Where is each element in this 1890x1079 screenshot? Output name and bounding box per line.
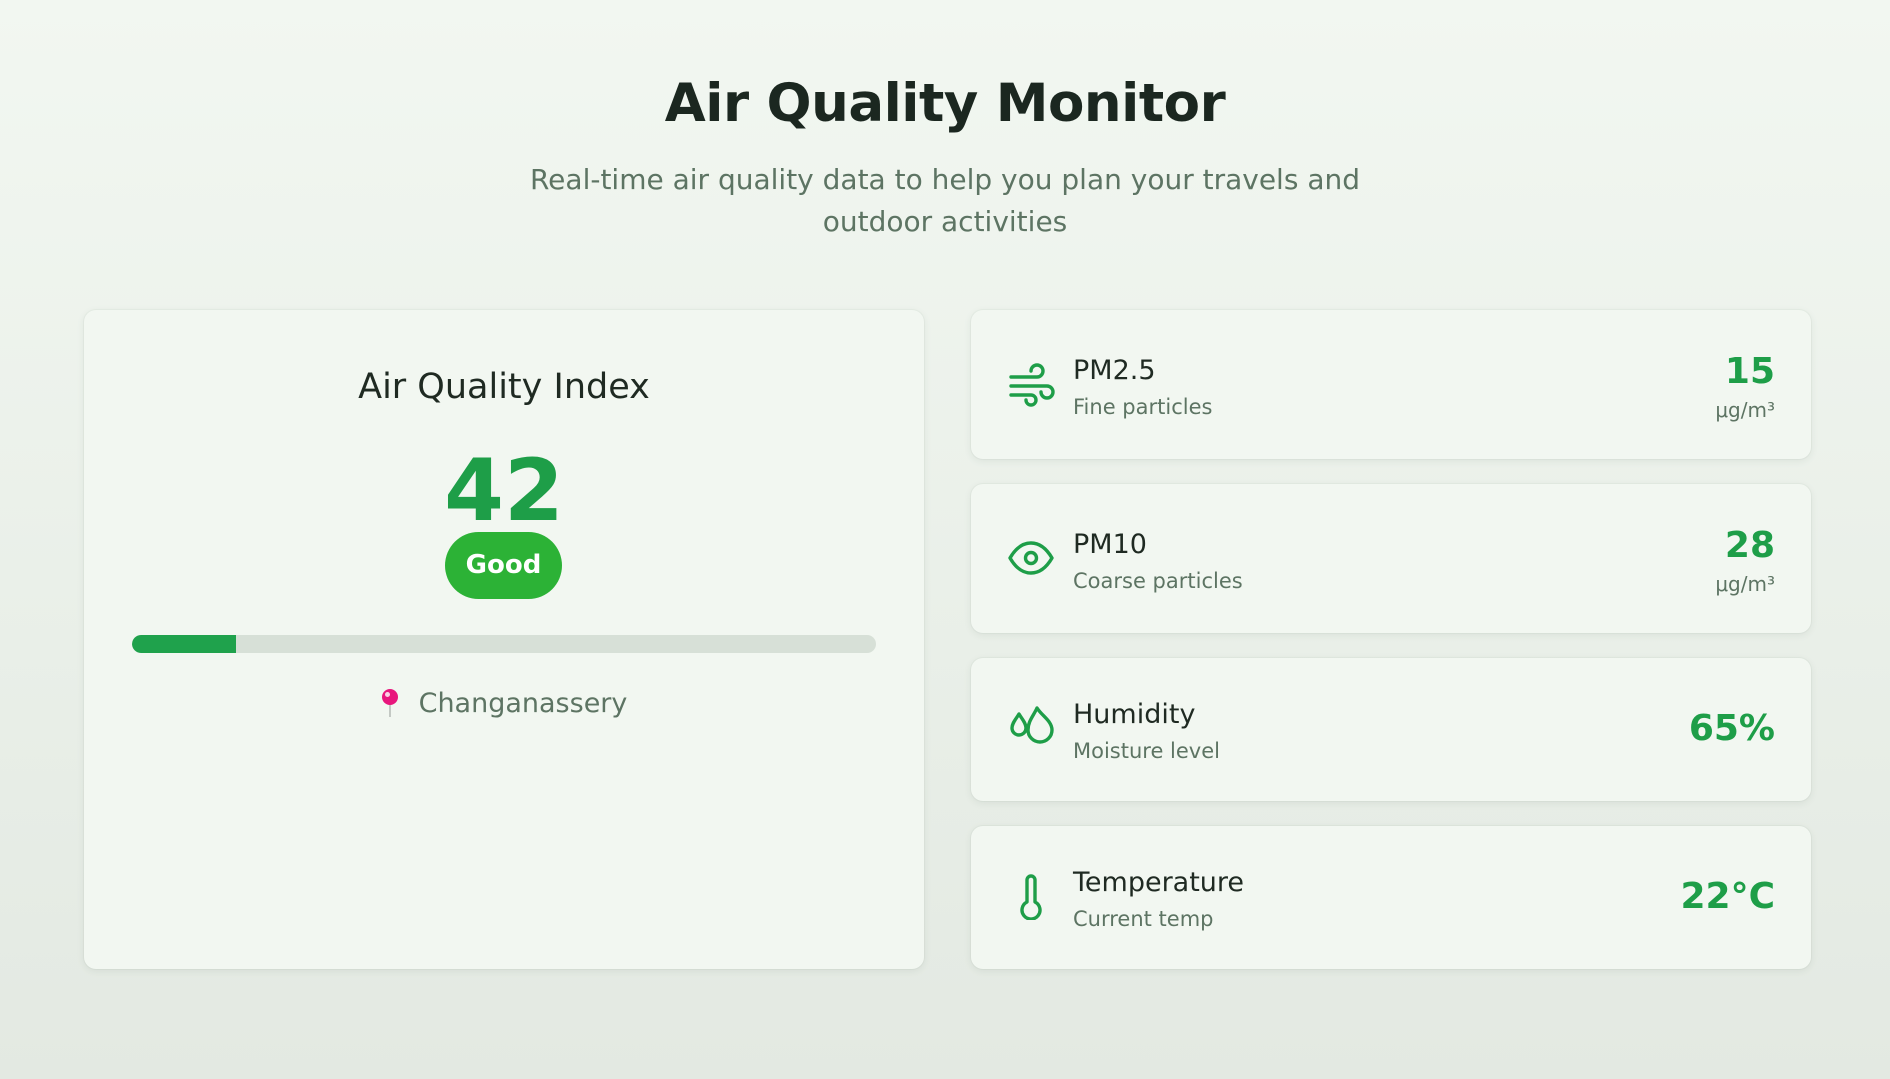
metric-name: Temperature: [1073, 867, 1245, 898]
aqi-status-badge: Good: [445, 532, 562, 599]
metric-value: 22°C: [1680, 876, 1775, 917]
pin-icon: [381, 688, 399, 718]
aqi-progress-fill: [132, 635, 237, 653]
aqi-progress-bar: [132, 635, 876, 653]
metric-name: Humidity: [1073, 699, 1196, 730]
location: Changanassery: [84, 683, 924, 723]
metric-description: Moisture level: [1073, 739, 1220, 763]
metric-card-pm25: PM2.5 Fine particles 15 μg/m³: [971, 310, 1811, 459]
metric-value: 65%: [1688, 708, 1775, 749]
metric-name: PM10: [1073, 529, 1147, 560]
thermometer-icon: [1007, 872, 1055, 921]
page-subtitle: Real-time air quality data to help you p…: [529, 163, 1361, 238]
metric-card-humidity: Humidity Moisture level 65%: [971, 658, 1811, 801]
metric-value: 15: [1724, 351, 1775, 392]
location-label: Changanassery: [418, 687, 628, 719]
metric-card-pm10: PM10 Coarse particles 28 μg/m³: [971, 484, 1811, 633]
metric-unit: μg/m³: [1715, 572, 1775, 596]
aqi-value: 42: [444, 441, 564, 541]
metric-unit: μg/m³: [1715, 398, 1775, 422]
metric-description: Fine particles: [1073, 395, 1213, 419]
wind-icon: [1007, 361, 1055, 409]
metric-card-temperature: Temperature Current temp 22°C: [971, 826, 1811, 969]
page-title: Air Quality Monitor: [664, 73, 1226, 134]
metric-description: Current temp: [1073, 907, 1214, 931]
aqi-heading: Air Quality Index: [358, 367, 650, 407]
metric-value: 28: [1724, 525, 1775, 566]
eye-icon: [1007, 534, 1055, 582]
page-header: Air Quality Monitor Real-time air qualit…: [0, 66, 1890, 243]
aqi-card: Air Quality Index 42 Good Changanassery: [84, 310, 924, 969]
metric-name: PM2.5: [1073, 355, 1156, 386]
metric-description: Coarse particles: [1073, 569, 1243, 593]
droplets-icon: [1007, 704, 1055, 752]
